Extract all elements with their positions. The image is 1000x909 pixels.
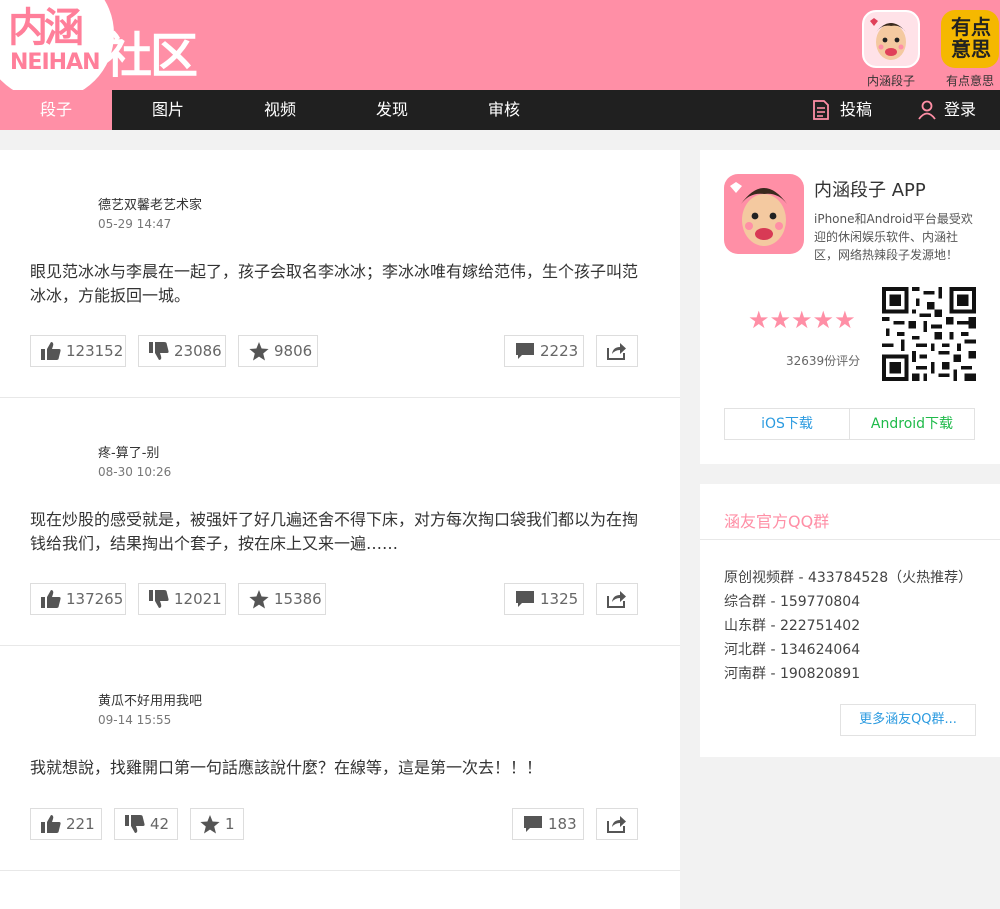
like-count: 137265: [66, 590, 124, 608]
comment-button[interactable]: 183: [512, 808, 584, 840]
favorite-button[interactable]: 1: [190, 808, 244, 840]
qq-group-item: 山东群 - 222751402: [724, 618, 861, 634]
app-download-card: 内涵段子 APP iPhone和Android平台最受欢迎的休闲娱乐软件、内涵社…: [700, 150, 1000, 464]
comment-count: 1325: [540, 590, 579, 608]
qq-group-item: 河北群 - 134624064: [724, 642, 861, 658]
post-item: 疼-算了-别 08-30 10:26 现在炒股的感受就是，被强奸了好几遍还舍不得…: [0, 398, 680, 646]
star-icon: [249, 342, 269, 361]
post-item: 黄瓜不好用用我吧 09-14 15:55 我就想說，找雞開口第一句話應該說什麼？…: [0, 646, 680, 871]
post-item: 德艺双馨老艺术家 05-29 14:47 眼见范冰冰与李晨在一起了，孩子会取名李…: [0, 150, 680, 398]
qq-groups-card: 涵友官方QQ群 原创视频群 - 433784528（火热推荐） 综合群 - 15…: [700, 484, 1000, 757]
nav-tab-images[interactable]: 图片: [112, 90, 224, 130]
post-text: 我就想說，找雞開口第一句話應該說什麼？在線等，這是第一次去！！！: [30, 758, 543, 777]
thumbs-up-icon: [41, 590, 61, 608]
dislike-button[interactable]: 12021: [138, 583, 226, 615]
star-icon: [249, 590, 269, 609]
share-icon: [607, 343, 626, 360]
post-author[interactable]: 德艺双馨老艺术家: [98, 194, 202, 213]
more-qq-groups-button[interactable]: 更多涵友QQ群...: [840, 704, 976, 736]
thumbs-down-icon: [149, 590, 169, 608]
dislike-count: 12021: [174, 590, 222, 608]
share-icon: [607, 816, 626, 833]
thumbs-down-icon: [149, 342, 169, 360]
comment-button[interactable]: 1325: [504, 583, 584, 615]
youdian-app-label: 有点意思: [945, 74, 994, 88]
youdian-app-link[interactable]: 有点意思 有点意思: [940, 10, 1000, 89]
logo-text-latin: NEIHAN: [10, 50, 100, 75]
post-text: 眼见范冰冰与李晨在一起了，孩子会取名李冰冰；李冰冰唯有嫁给范伟，生个孩子叫范冰冰…: [30, 262, 639, 305]
comment-button[interactable]: 2223: [504, 335, 584, 367]
favorite-count: 9806: [274, 342, 313, 360]
qq-group-item: 河南群 - 190820891: [724, 666, 861, 682]
dislike-button[interactable]: 23086: [138, 335, 226, 367]
share-icon: [607, 591, 626, 608]
youdian-icon-text: 有点意思: [951, 15, 991, 61]
dislike-button[interactable]: 42: [114, 808, 178, 840]
post-time: 09-14 15:55: [98, 713, 172, 727]
thumbs-up-icon: [41, 342, 61, 360]
divider: [700, 539, 1000, 540]
favorite-count: 15386: [274, 590, 322, 608]
nav-tab-videos[interactable]: 视频: [224, 90, 336, 130]
android-download-button[interactable]: Android下载: [849, 408, 975, 440]
favorite-button[interactable]: 9806: [238, 335, 318, 367]
qq-group-item: 原创视频群 - 433784528（火热推荐）: [724, 570, 973, 586]
comment-icon: [524, 816, 542, 832]
site-logo[interactable]: 内涵 NEIHAN 社区: [0, 0, 210, 100]
comment-icon: [516, 591, 534, 607]
nav-tab-duanzi[interactable]: 段子: [0, 90, 112, 130]
post-time: 08-30 10:26: [98, 465, 172, 479]
nav-tab-discover[interactable]: 发现: [336, 90, 448, 130]
neihan-app-label: 内涵段子: [866, 74, 915, 88]
post-author[interactable]: 疼-算了-别: [98, 442, 159, 461]
thumbs-down-icon: [125, 815, 145, 833]
like-count: 221: [66, 815, 95, 833]
thumbs-up-icon: [41, 815, 61, 833]
rating-count: 32639份评分: [786, 354, 861, 368]
qq-groups-title: 涵友官方QQ群: [724, 512, 830, 531]
post-text: 现在炒股的感受就是，被强奸了好几遍还舍不得下床，对方每次掏口袋我们都以为在掏钱给…: [30, 510, 639, 553]
like-button[interactable]: 123152: [30, 335, 126, 367]
share-button[interactable]: [596, 583, 638, 615]
user-icon: [918, 100, 936, 120]
neihan-app-icon: [724, 174, 804, 254]
ios-download-button[interactable]: iOS下载: [724, 408, 850, 440]
star-icon: [200, 815, 220, 834]
main-nav: 段子 图片 视频 发现 审核 投稿 登录: [0, 90, 1000, 130]
share-button[interactable]: [596, 335, 638, 367]
neihan-app-link[interactable]: 内涵段子: [861, 10, 921, 89]
comment-icon: [516, 343, 534, 359]
like-button[interactable]: 137265: [30, 583, 126, 615]
favorite-button[interactable]: 15386: [238, 583, 326, 615]
app-title: 内涵段子 APP: [814, 180, 926, 201]
youdian-app-icon: 有点意思: [941, 10, 999, 68]
dislike-count: 23086: [174, 342, 222, 360]
dislike-count: 42: [150, 815, 170, 833]
post-author[interactable]: 黄瓜不好用用我吧: [98, 690, 202, 709]
comment-count: 183: [548, 815, 577, 833]
like-button[interactable]: 221: [30, 808, 102, 840]
post-feed: 德艺双馨老艺术家 05-29 14:47 眼见范冰冰与李晨在一起了，孩子会取名李…: [0, 150, 680, 909]
login-label: 登录: [944, 100, 977, 119]
neihan-app-icon: [862, 10, 920, 68]
submit-button[interactable]: 投稿: [812, 90, 882, 130]
submit-label: 投稿: [840, 100, 873, 119]
qq-group-item: 综合群 - 159770804: [724, 594, 861, 610]
share-button[interactable]: [596, 808, 638, 840]
rating-stars: ★★★★★: [748, 306, 856, 334]
site-header: 内涵 NEIHAN 社区 内涵段子 有点意思 有点意思: [0, 0, 1000, 100]
like-count: 123152: [66, 342, 124, 360]
login-button[interactable]: 登录: [918, 90, 988, 130]
nav-tab-review[interactable]: 审核: [448, 90, 560, 130]
post-time: 05-29 14:47: [98, 217, 172, 231]
logo-text-suffix: 社区: [104, 28, 198, 84]
qr-code: [882, 287, 976, 381]
app-description: iPhone和Android平台最受欢迎的休闲娱乐软件、内涵社区，网络热辣段子发…: [814, 212, 973, 262]
logo-text-neihan: 内涵: [8, 5, 84, 51]
document-icon: [813, 100, 829, 120]
comment-count: 2223: [540, 342, 579, 360]
favorite-count: 1: [225, 815, 235, 833]
